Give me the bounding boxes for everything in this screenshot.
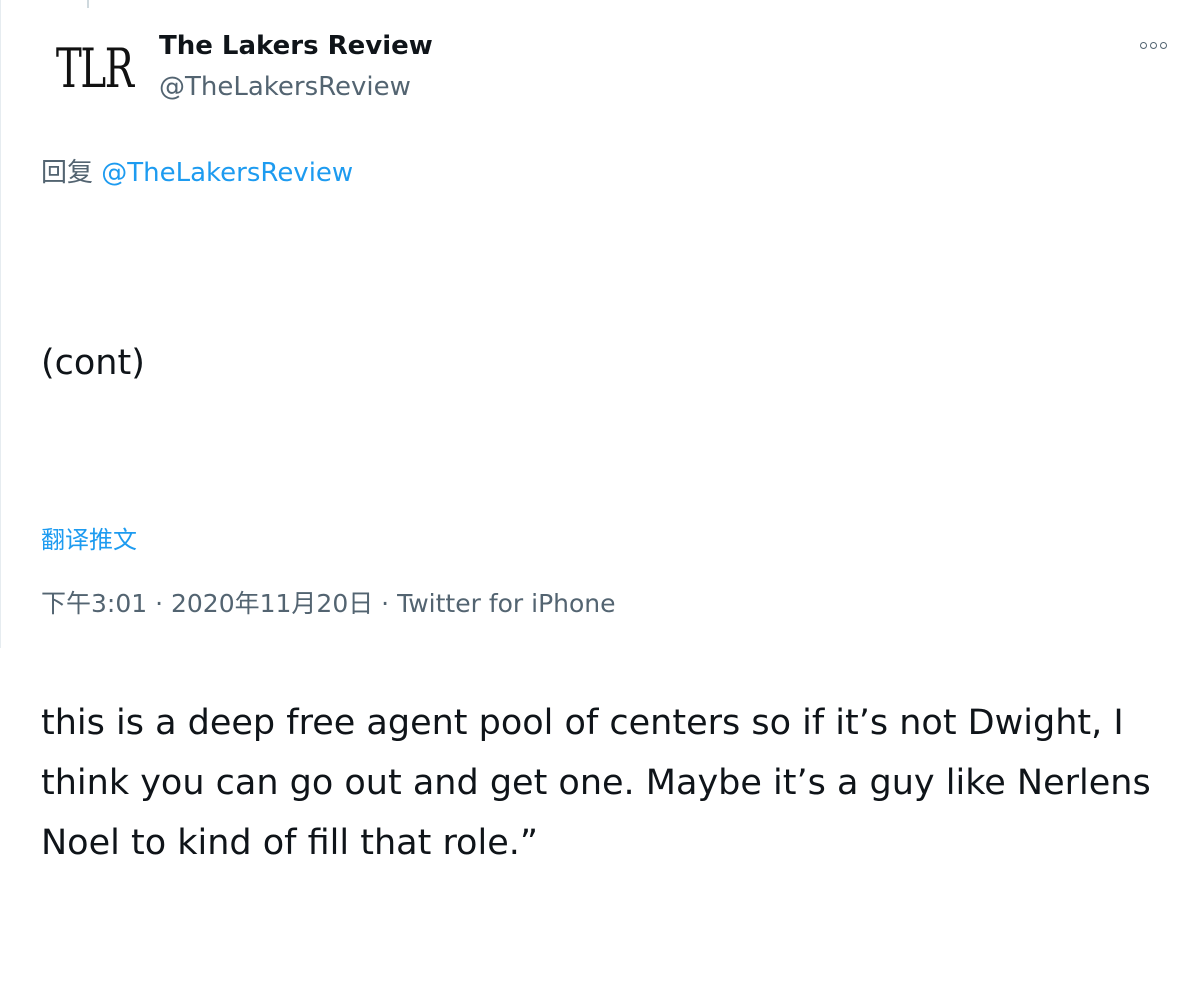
reply-to-handle-link[interactable]: @TheLakersReview	[101, 158, 353, 188]
more-options-button[interactable]	[1131, 30, 1175, 60]
tweet-card: TLR The Lakers Review @TheLakersReview 回…	[0, 0, 1186, 863]
more-options-icon-dot-2	[1149, 41, 1157, 49]
tweet-source[interactable]: Twitter for iPhone	[397, 589, 615, 618]
author-handle[interactable]: @TheLakersReview	[159, 72, 411, 102]
avatar-logo-text: TLR	[55, 37, 134, 100]
more-options-icon-dot-3	[1159, 41, 1167, 49]
reply-prefix-label: 回复	[41, 158, 94, 188]
author-display-name[interactable]: The Lakers Review	[159, 31, 433, 61]
meta-separator: ·	[373, 589, 398, 618]
avatar[interactable]: TLR	[41, 20, 147, 126]
translate-tweet-link[interactable]: 翻译推文	[41, 520, 137, 555]
reply-context: 回复 @TheLakersReview	[41, 152, 353, 189]
tweet-date[interactable]: 2020年11月20日	[171, 589, 373, 618]
tweet-time[interactable]: 下午3:01	[41, 589, 147, 618]
tweet-paragraph-spacer: ​	[41, 513, 1171, 573]
meta-separator: ·	[147, 589, 171, 618]
tweet-paragraph-2: this is a deep free agent pool of center…	[41, 703, 1162, 863]
thread-connector-line	[87, 0, 89, 8]
tweet-metadata: 下午3:01 · 2020年11月20日 · Twitter for iPhon…	[41, 584, 616, 620]
more-options-icon	[1139, 41, 1147, 49]
tweet-paragraph-1: (cont)	[41, 343, 145, 383]
